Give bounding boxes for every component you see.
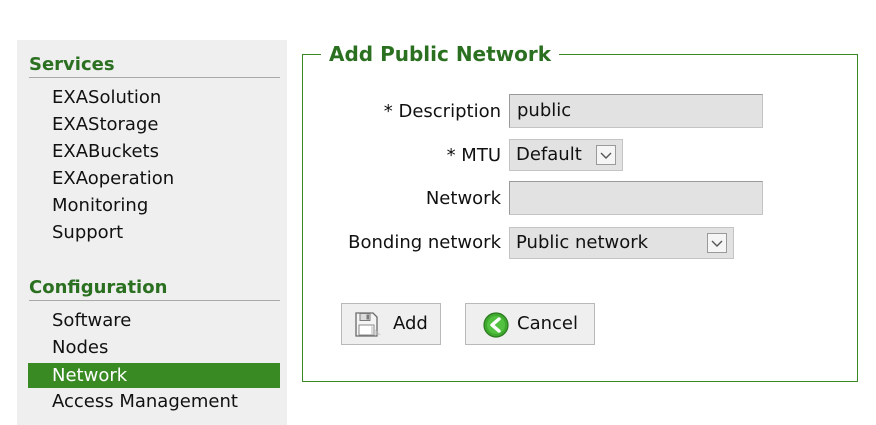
sidebar-item-access-management[interactable]: Access Management <box>28 389 280 414</box>
sidebar: Services EXASolution EXAStorage EXABucke… <box>17 40 287 425</box>
add-button-label: Add <box>393 313 428 334</box>
section-title-configuration: Configuration <box>29 276 280 301</box>
network-field[interactable] <box>509 181 763 215</box>
cancel-button[interactable]: Cancel <box>465 303 595 345</box>
cancel-button-label: Cancel <box>517 313 578 334</box>
mtu-select[interactable]: Default <box>509 139 623 171</box>
add-button[interactable]: Add <box>341 303 441 345</box>
sidebar-item-network[interactable]: Network <box>28 363 280 388</box>
sidebar-item-monitoring[interactable]: Monitoring <box>28 193 280 218</box>
description-field[interactable]: public <box>509 94 763 128</box>
chevron-down-icon[interactable] <box>707 233 727 253</box>
sidebar-item-exasolution[interactable]: EXASolution <box>28 85 280 110</box>
sidebar-item-nodes[interactable]: Nodes <box>28 335 280 360</box>
mtu-label: * MTU <box>446 145 501 166</box>
sidebar-item-support[interactable]: Support <box>28 220 280 245</box>
bonding-network-select[interactable]: Public network <box>509 227 734 259</box>
floppy-disk-icon <box>353 311 383 354</box>
chevron-down-icon[interactable] <box>596 145 616 165</box>
sidebar-item-exastorage[interactable]: EXAStorage <box>28 112 280 137</box>
sidebar-item-exabuckets[interactable]: EXABuckets <box>28 139 280 164</box>
bonding-network-label: Bonding network <box>348 232 501 253</box>
sidebar-item-software[interactable]: Software <box>28 308 280 333</box>
section-title-services: Services <box>29 53 280 78</box>
panel-legend: Add Public Network <box>321 40 560 68</box>
mtu-select-value: Default <box>516 144 582 165</box>
sidebar-item-exaoperation[interactable]: EXAoperation <box>28 166 280 191</box>
description-label: * Description <box>383 101 501 122</box>
network-label: Network <box>425 188 501 209</box>
cancel-back-icon <box>482 311 510 354</box>
bonding-network-value: Public network <box>516 232 649 253</box>
